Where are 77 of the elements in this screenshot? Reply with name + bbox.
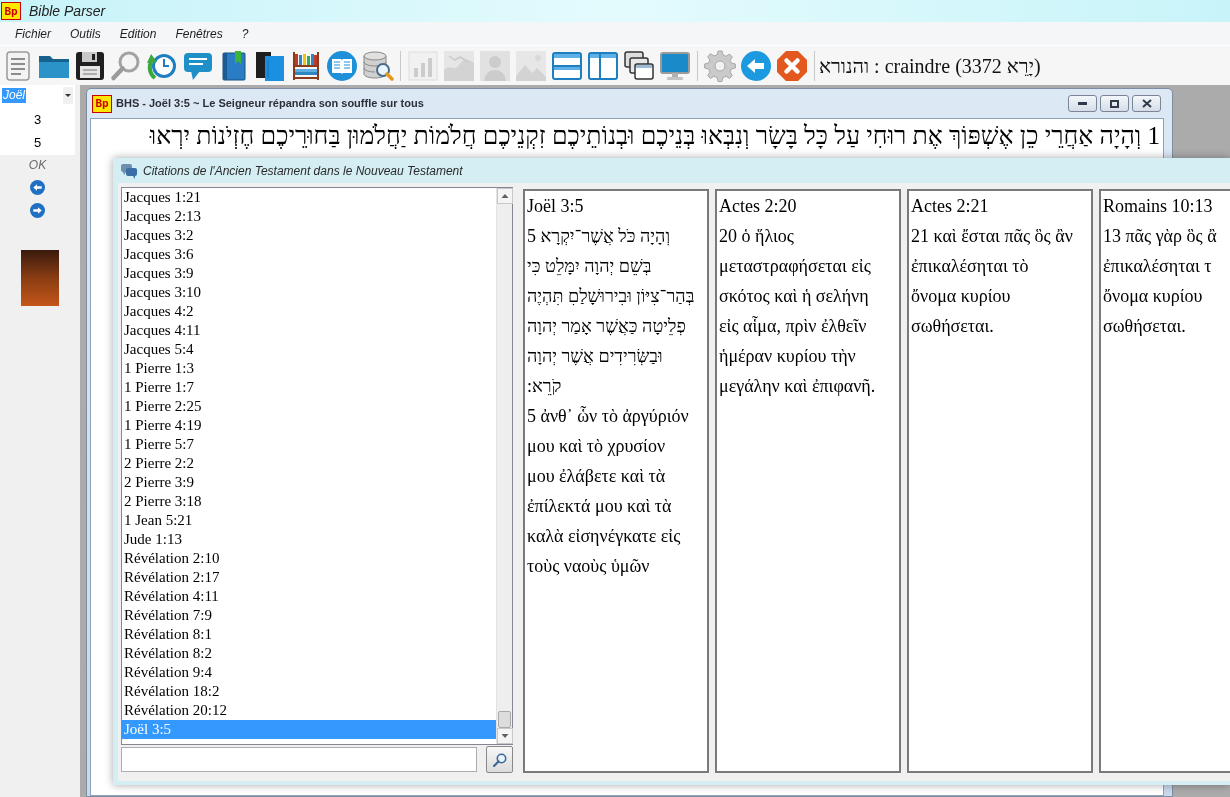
menu-item[interactable]: Edition [111, 24, 165, 43]
list-item[interactable]: 2 Pierre 3:18 [122, 492, 496, 511]
list-item[interactable]: Jacques 3:2 [122, 226, 496, 245]
list-item[interactable]: Révélation 8:1 [122, 625, 496, 644]
list-item[interactable]: Révélation 2:10 [122, 549, 496, 568]
close-icon [1141, 99, 1152, 108]
database-search-icon[interactable] [362, 49, 394, 82]
close-button[interactable] [1132, 95, 1161, 112]
list-item[interactable]: Jacques 3:6 [122, 245, 496, 264]
menu-item[interactable]: Outils [62, 24, 109, 43]
verse-text: 21 καὶ ἔσται πᾶς ὃς ἂν ἐπικαλέσηται τὸ ὄνομα κυρίου σωθήσεται. [911, 225, 1073, 338]
list-item[interactable]: 1 Pierre 4:19 [122, 416, 496, 435]
list-item[interactable]: Jacques 4:2 [122, 302, 496, 321]
app-logo: Bp [1, 2, 21, 20]
list-item[interactable]: Révélation 18:2 [122, 682, 496, 701]
list-item[interactable]: Révélation 9:4 [122, 663, 496, 682]
list-item[interactable]: Révélation 7:9 [122, 606, 496, 625]
open-book-icon[interactable] [326, 49, 358, 82]
maximize-icon [1110, 99, 1119, 108]
list-item[interactable]: 1 Jean 5:21 [122, 511, 496, 530]
window-title: BHS - Joël 3:5 ~ Le Seigneur répandra son souffle sur tous [116, 96, 424, 112]
verse-text: 5 וְהָיָה כֹּל אֲשֶׁר־יִקְרָא בְּשֵׁם יְהוָה יִמָּלֵט כִּי בְּהַר־צִיּוֹן וּבִירוּשָׁלַםִ תִּהְיֶה פְלֵיטָה כַּאֲשֶׁר אָמַר יְהוָה וּבַשְּׂרִידִים אֲשֶׁר יְהוָה :קֹרֵא [527, 225, 695, 398]
maximize-button[interactable] [1100, 95, 1129, 112]
scrollbar-track[interactable] [496, 188, 512, 744]
panel-title: Actes 2:21 [911, 195, 989, 218]
menu-item[interactable]: ? [233, 24, 257, 43]
list-item[interactable]: 2 Pierre 3:9 [122, 473, 496, 492]
verse-text: 13 πᾶς γὰρ ὃς ἂ ἐπικαλέσηται τ ὄνομα κυρίου σωθήσεται. [1103, 225, 1217, 338]
bookshelf-icon[interactable] [290, 49, 322, 82]
verse-text: 1 וְהָיָה אַחֲרֵי כֵן אֶשְׁפּוֹךְ אֶת רוּחִי עַל כָּל בָּשָׂר וְנִבְּאוּ בְּנֵיכֶם וּבְנוֹתֵיכֶם זִקְנֵיכֶם חֲלֹמוֹת יַחֲלֹמוּן בַּחוּרֵיכֶם חֶזְיֹנוֹת יִרְאוּ [148, 121, 1161, 151]
list-item[interactable]: Jacques 4:11 [122, 321, 496, 340]
close-octagon-icon[interactable] [776, 49, 808, 82]
lookup-text: והנורא : craindre (3372 יָרֵא) [819, 53, 1041, 79]
list-item[interactable]: 2 Pierre 2:2 [122, 454, 496, 473]
minimize-button[interactable] [1068, 95, 1097, 112]
dialog-title: Citations de l'Ancien Testament dans le Nouveau Testament [143, 162, 463, 180]
list-item[interactable]: Jacques 3:10 [122, 283, 496, 302]
vertical-panes-icon[interactable] [587, 49, 619, 82]
panel-title: Joël 3:5 [527, 195, 584, 218]
menu-item[interactable]: Fichier [7, 24, 59, 43]
arrow-right-icon[interactable] [30, 203, 45, 218]
books-icon[interactable] [254, 49, 286, 82]
chat-icon [121, 162, 137, 179]
chapter-field[interactable]: 3 [0, 108, 75, 131]
verse-text: 20 ὁ ἥλιος μεταστραφήσεται εἰς σκότος καὶ ἡ σελήνη εἰς αἷμα, πρὶν ἐλθεῖν ἡμέραν κυρίου τὴν μεγάλην καὶ ἐπιφανῆ. [719, 225, 876, 398]
list-item[interactable]: Jacques 3:9 [122, 264, 496, 283]
list-item[interactable]: Jacques 5:4 [122, 340, 496, 359]
menu-item[interactable]: Fenêtres [167, 24, 231, 43]
search-button[interactable] [486, 746, 513, 773]
scrollbar-thumb[interactable] [498, 711, 511, 728]
ok-button[interactable]: OK [26, 157, 49, 174]
list-item[interactable]: Jacques 1:21 [122, 188, 496, 207]
arrow-left-icon[interactable] [30, 180, 45, 195]
panel-title: Actes 2:20 [719, 195, 797, 218]
verse-text: 5 ἀνθ᾽ ὧν τὸ ἀργύριόν μου καὶ τὸ χρυσίον μου ἐλάβετε καὶ τὰ ἐπίλεκτά μου καὶ τὰ καλὰ εἰσηνέγκατε εἰς τοὺς ναοὺς ὑμῶν [527, 405, 689, 578]
list-item[interactable]: 1 Pierre 1:3 [122, 359, 496, 378]
dropdown-value: Joël [2, 88, 26, 103]
list-item[interactable]: Révélation 2:17 [122, 568, 496, 587]
search-field[interactable] [121, 747, 477, 772]
panel-title: Romains 10:13 [1103, 195, 1213, 218]
list-item[interactable]: Révélation 20:12 [122, 701, 496, 720]
list-item[interactable]: 1 Pierre 2:25 [122, 397, 496, 416]
verse-field[interactable]: 5 [0, 131, 75, 154]
window-title: Bible Parser [29, 1, 106, 21]
list-item[interactable]: Révélation 8:2 [122, 644, 496, 663]
caret-down-icon[interactable] [63, 87, 73, 104]
app-logo: Bp [92, 94, 112, 113]
list-item[interactable]: Jude 1:13 [122, 530, 496, 549]
cascade-windows-icon[interactable] [623, 49, 655, 82]
list-item[interactable]: 1 Pierre 1:7 [122, 378, 496, 397]
minimize-icon [1078, 102, 1087, 105]
horizontal-panes-icon[interactable] [551, 49, 583, 82]
list-item[interactable]: 1 Pierre 5:7 [122, 435, 496, 454]
list-item[interactable]: Jacques 2:13 [122, 207, 496, 226]
book-cover-placeholder [21, 250, 59, 306]
search-icon [492, 752, 507, 767]
list-item[interactable]: Révélation 4:11 [122, 587, 496, 606]
